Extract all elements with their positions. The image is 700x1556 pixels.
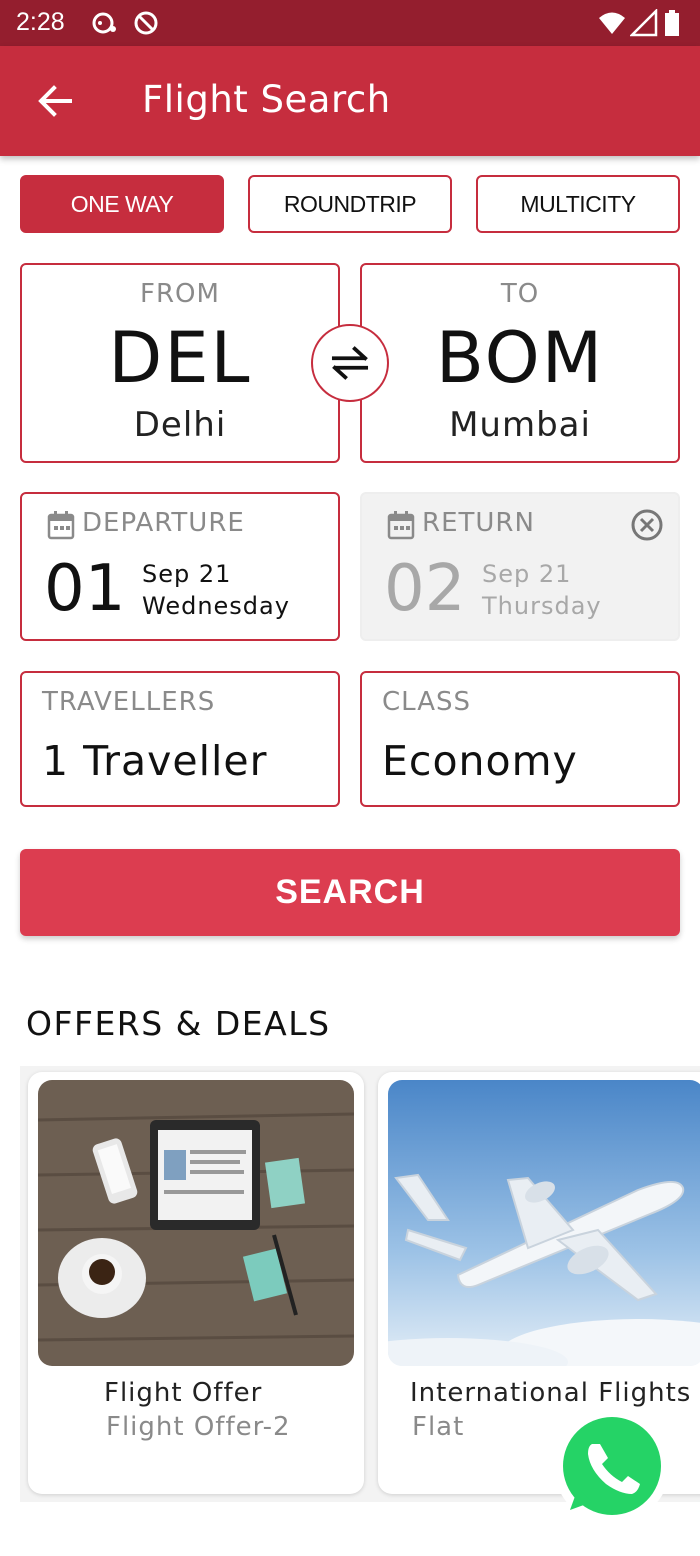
tab-roundtrip[interactable]: ROUNDTRIP xyxy=(248,175,452,233)
to-city: Mumbai xyxy=(449,405,591,445)
offer-image-airplane xyxy=(388,1080,700,1366)
from-airport-selector[interactable]: FROM DEL Delhi xyxy=(20,263,340,463)
return-label: RETURN xyxy=(422,508,535,538)
no-sim-icon xyxy=(134,11,158,35)
travellers-label: TRAVELLERS xyxy=(42,687,216,717)
calendar-icon xyxy=(387,511,415,540)
signal-icon xyxy=(630,9,658,37)
departure-date-selector[interactable]: DEPARTURE 01 Sep 21 Wednesday xyxy=(20,492,340,641)
class-selector[interactable]: CLASS Economy xyxy=(360,671,680,807)
departure-label: DEPARTURE xyxy=(82,508,245,538)
whatsapp-icon[interactable] xyxy=(548,1406,672,1530)
to-airport-selector[interactable]: TO BOM Mumbai xyxy=(360,263,680,463)
offer-card[interactable]: Flight Offer Flight Offer-2 xyxy=(28,1072,364,1494)
offer-subtitle: Flight Offer-2 xyxy=(106,1412,291,1442)
wifi-icon xyxy=(599,12,625,34)
clear-icon[interactable] xyxy=(630,508,664,542)
departure-day: 01 xyxy=(44,552,126,626)
from-city: Delhi xyxy=(133,405,227,445)
calendar-icon xyxy=(47,511,75,540)
from-code: DEL xyxy=(108,317,252,399)
class-value: Economy xyxy=(382,737,578,785)
page-title: Flight Search xyxy=(142,78,391,121)
swap-icon xyxy=(331,346,369,380)
tab-one-way[interactable]: ONE WAY xyxy=(20,175,224,233)
offer-image-desk xyxy=(38,1080,354,1366)
return-weekday: Thursday xyxy=(482,592,602,620)
class-label: CLASS xyxy=(382,687,472,717)
return-date-selector[interactable]: RETURN 02 Sep 21 Thursday xyxy=(360,492,680,641)
status-time: 2:28 xyxy=(16,8,65,36)
tab-multicity[interactable]: MULTICITY xyxy=(476,175,680,233)
travellers-selector[interactable]: TRAVELLERS 1 Traveller xyxy=(20,671,340,807)
battery-icon xyxy=(665,10,679,36)
return-day: 02 xyxy=(384,552,466,626)
travellers-value: 1 Traveller xyxy=(42,737,268,785)
status-bar: 2:28 xyxy=(0,0,700,46)
app-bar: Flight Search xyxy=(0,46,700,156)
swap-button[interactable] xyxy=(311,324,389,402)
back-arrow-icon[interactable] xyxy=(34,80,76,122)
offer-title: International Flights xyxy=(410,1378,692,1408)
offer-title: Flight Offer xyxy=(104,1378,263,1408)
search-button[interactable]: SEARCH xyxy=(20,849,680,936)
offer-subtitle: Flat xyxy=(412,1412,465,1442)
offers-heading: OFFERS & DEALS xyxy=(26,1004,331,1043)
departure-weekday: Wednesday xyxy=(142,592,290,620)
departure-month: Sep 21 xyxy=(142,560,232,588)
notification-icon xyxy=(92,12,116,34)
return-month: Sep 21 xyxy=(482,560,572,588)
to-label: TO xyxy=(500,279,540,309)
from-label: FROM xyxy=(140,279,220,309)
to-code: BOM xyxy=(435,317,605,399)
